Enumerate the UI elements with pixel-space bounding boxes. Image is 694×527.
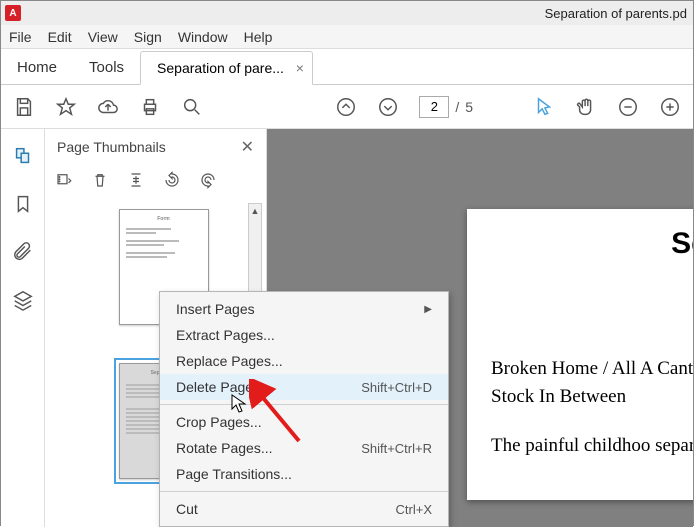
layers-panel-icon[interactable] [12, 289, 34, 311]
title-bar: A Separation of parents.pd [1, 1, 693, 25]
app-icon: A [5, 5, 21, 21]
save-icon[interactable] [13, 96, 35, 118]
doc-para-2: The painful childhoo separation of paren… [491, 432, 693, 460]
selection-tool-icon[interactable] [533, 96, 555, 118]
page-current-input[interactable] [419, 96, 449, 118]
star-icon[interactable] [55, 96, 77, 118]
ctx-insert-pages[interactable]: Insert Pages ▶ [160, 296, 448, 322]
doc-para-1: Broken Home / All A Cant Sim To Fight Th… [491, 355, 693, 410]
window-title: Separation of parents.pd [21, 6, 689, 21]
page-navigator: / 5 [419, 96, 473, 118]
page-sep: / [455, 99, 459, 115]
ctx-cut[interactable]: Cut Ctrl+X [160, 496, 448, 522]
attachments-panel-icon[interactable] [12, 241, 34, 263]
tab-bar: Home Tools Separation of pare... × [1, 49, 693, 85]
menu-help[interactable]: Help [244, 29, 273, 45]
doc-heading: Separation of an [491, 227, 693, 295]
ctx-separator [160, 404, 448, 405]
zoom-in-icon[interactable] [659, 96, 681, 118]
thumb-rotate-ccw-icon[interactable] [163, 171, 181, 194]
tab-home[interactable]: Home [1, 51, 73, 84]
tab-document-label: Separation of pare... [157, 60, 284, 76]
hand-tool-icon[interactable] [575, 96, 597, 118]
thumbnails-header: Page Thumbnails ✕ [45, 129, 266, 165]
menu-sign[interactable]: Sign [134, 29, 162, 45]
thumb-rotate-cw-icon[interactable] [199, 171, 217, 194]
thumbnails-close-icon[interactable]: ✕ [241, 137, 254, 157]
menu-file[interactable]: File [9, 29, 32, 45]
submenu-arrow-icon: ▶ [424, 304, 432, 315]
thumbnails-title: Page Thumbnails [57, 139, 166, 155]
thumb-options-icon[interactable] [55, 171, 73, 194]
print-icon[interactable] [139, 96, 161, 118]
search-icon[interactable] [181, 96, 203, 118]
thumb-insert-icon[interactable] [127, 171, 145, 194]
ctx-delete-pages[interactable]: Delete Pages... Shift+Ctrl+D [160, 374, 448, 400]
thumb-delete-icon[interactable] [91, 171, 109, 194]
page-total: 5 [465, 99, 473, 115]
cloud-upload-icon[interactable] [97, 96, 119, 118]
menu-window[interactable]: Window [178, 29, 228, 45]
scroll-up-icon[interactable]: ▲ [249, 204, 261, 218]
bookmarks-panel-icon[interactable] [12, 193, 34, 215]
thumbnails-panel-icon[interactable] [12, 145, 34, 167]
toolbar: / 5 [1, 85, 693, 129]
tab-close-icon[interactable]: × [296, 60, 304, 76]
page-up-icon[interactable] [335, 96, 357, 118]
ctx-crop-pages[interactable]: Crop Pages... [160, 409, 448, 435]
side-nav [1, 129, 45, 527]
tab-document[interactable]: Separation of pare... × [140, 51, 313, 85]
ctx-rotate-pages[interactable]: Rotate Pages... Shift+Ctrl+R [160, 435, 448, 461]
menu-view[interactable]: View [88, 29, 118, 45]
ctx-page-transitions[interactable]: Page Transitions... [160, 461, 448, 487]
zoom-out-icon[interactable] [617, 96, 639, 118]
menu-bar: File Edit View Sign Window Help [1, 25, 693, 49]
menu-edit[interactable]: Edit [48, 29, 72, 45]
context-menu: Insert Pages ▶ Extract Pages... Replace … [159, 291, 449, 527]
thumbnails-toolbar [45, 165, 266, 199]
ctx-extract-pages[interactable]: Extract Pages... [160, 322, 448, 348]
ctx-separator-2 [160, 491, 448, 492]
tab-tools[interactable]: Tools [73, 51, 140, 84]
ctx-replace-pages[interactable]: Replace Pages... [160, 348, 448, 374]
document-page: Separation of an Broken Home / All A Can… [467, 209, 693, 500]
page-down-icon[interactable] [377, 96, 399, 118]
